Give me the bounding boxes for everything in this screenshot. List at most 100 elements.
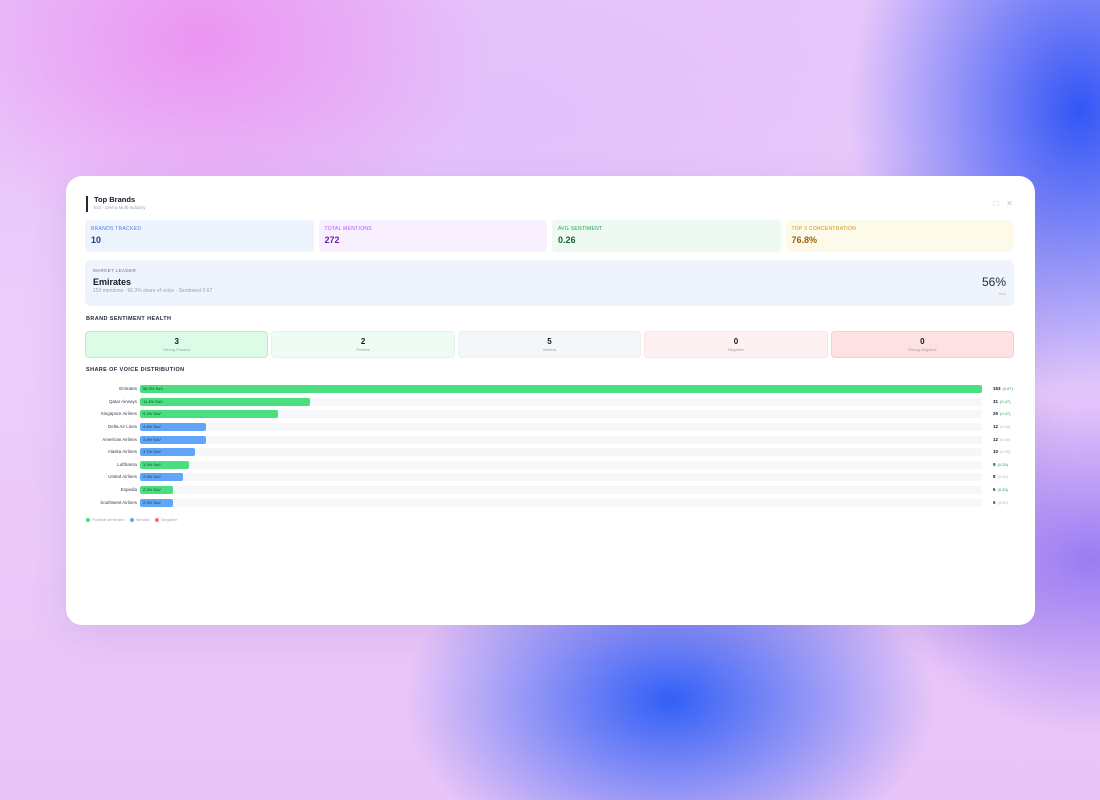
- stats-row: Brands Tracked 10 Total Mentions 272 Avg…: [85, 220, 1014, 252]
- sov-count-value: 12: [993, 436, 999, 442]
- sov-bar-track: 4.4% SoV: [140, 422, 982, 431]
- sov-bar: 4.4% SoV: [140, 422, 206, 431]
- stat-label: Top 3 Concentration: [791, 226, 857, 232]
- sov-sentiment-score: (0.00): [1000, 436, 1011, 442]
- stat-label: Brands Tracked: [91, 226, 142, 232]
- market-leader-panel: Market Leader Emirates 153 mentions · 56…: [85, 260, 1014, 306]
- sov-brand-name: United Airlines: [108, 474, 137, 480]
- health-label: Negative: [728, 347, 744, 352]
- legend-dot-icon: [130, 518, 135, 522]
- sov-mention-count: 10 (0.00): [993, 449, 1010, 455]
- sov-mention-count: 9 (0.25): [993, 462, 1008, 468]
- legend-item: Negative: [155, 517, 177, 523]
- sov-brand-name: Expedia: [120, 487, 137, 493]
- sov-mention-count: 153 (0.67): [993, 386, 1013, 392]
- sov-brand-name: Southwest Airlines: [100, 499, 137, 505]
- legend-dot-icon: [155, 518, 160, 522]
- sov-row[interactable]: Southwest Airlines 2.2% SoV 6 (0.00): [86, 497, 1016, 510]
- sov-row[interactable]: Emirates 56.3% SoV 153 (0.67): [86, 383, 1016, 396]
- sov-count-value: 25: [993, 411, 999, 417]
- market-leader-meta: 153 mentions · 56.3% share of voice · Se…: [93, 288, 213, 294]
- sov-count-value: 10: [993, 449, 999, 455]
- health-strong-positive[interactable]: 3 Strong Positive: [85, 331, 269, 358]
- stat-value: 272: [324, 235, 340, 245]
- sov-count-value: 6: [993, 499, 996, 505]
- stat-value: 76.8%: [791, 235, 818, 245]
- market-leader-name: Emirates: [93, 277, 132, 287]
- sov-sentiment-score: (0.25): [997, 461, 1008, 467]
- top-brands-card: Top Brands ESI · Demo Multi-Industry □ ✕…: [66, 176, 1035, 625]
- sov-bar: 2.2% SoV: [140, 498, 173, 507]
- health-label: Strong Positive: [163, 347, 191, 352]
- card-title: Top Brands: [94, 195, 136, 204]
- sov-mention-count: 12 (0.00): [993, 424, 1010, 430]
- sov-brand-name: Singapore Airlines: [100, 411, 137, 417]
- sov-mention-count: 31 (0.47): [993, 399, 1010, 405]
- sov-sentiment-score: (0.00): [1000, 449, 1011, 455]
- sov-sentiment-score: (0.47): [1000, 398, 1011, 404]
- sov-sentiment-score: (0.33): [997, 487, 1008, 493]
- sov-bar-track: 2.2% SoV: [140, 498, 982, 507]
- sov-sentiment-score: (0.00): [997, 474, 1008, 480]
- health-count: 0: [733, 337, 739, 346]
- stat-avg-sentiment: Avg Sentiment 0.26: [552, 220, 781, 252]
- sov-sentiment-score: (0.00): [997, 499, 1008, 505]
- stat-top3-concentration: Top 3 Concentration 76.8%: [785, 220, 1014, 252]
- sov-brand-name: Alaska Airlines: [107, 449, 137, 455]
- expand-icon[interactable]: □: [993, 200, 998, 208]
- sov-row[interactable]: American Airlines 4.4% SoV 12 (0.00): [86, 434, 1016, 447]
- legend-label: Negative: [161, 517, 178, 522]
- sov-count-value: 6: [993, 487, 996, 493]
- health-count: 5: [547, 337, 552, 346]
- market-leader-share-label: SoV: [998, 291, 1006, 296]
- sov-row[interactable]: Singapore Airlines 9.2% SoV 25 (0.47): [86, 408, 1016, 421]
- health-count: 0: [920, 337, 925, 346]
- sov-bar-track: 4.4% SoV: [140, 435, 982, 444]
- sov-row[interactable]: Qatar Airways 11.4% SoV 31 (0.47): [86, 396, 1016, 409]
- sov-bar: 3.7% SoV: [140, 448, 196, 457]
- sov-count-value: 8: [993, 474, 996, 480]
- sov-legend: Positive sentiment Neutral Negative: [86, 517, 177, 523]
- sentiment-health-heading: Brand Sentiment Health: [86, 316, 172, 322]
- window-controls: □ ✕: [993, 200, 1013, 208]
- sov-bar: 9.2% SoV: [140, 410, 278, 419]
- stat-brands-tracked: Brands Tracked 10: [85, 220, 314, 252]
- sov-bar-track: 11.4% SoV: [140, 397, 982, 406]
- sov-mention-count: 25 (0.47): [993, 411, 1010, 417]
- health-count: 2: [360, 337, 366, 346]
- stat-label: Total Mentions: [324, 226, 372, 232]
- sov-sentiment-score: (0.47): [1000, 411, 1011, 417]
- health-neutral[interactable]: 5 Neutral: [457, 331, 642, 358]
- sov-bar: 4.4% SoV: [140, 435, 206, 444]
- sov-count-value: 153: [993, 386, 1001, 391]
- sov-bar: 2.9% SoV: [140, 473, 184, 482]
- sov-row[interactable]: Lufthansa 3.3% SoV 9 (0.25): [86, 459, 1016, 472]
- stat-label: Avg Sentiment: [558, 226, 603, 232]
- sov-bar-track: 2.9% SoV: [140, 473, 982, 482]
- market-leader-share: 56%: [981, 275, 1006, 289]
- sov-bar-track: 9.2% SoV: [140, 410, 982, 419]
- health-label: Strong Negative: [907, 347, 937, 352]
- sov-row[interactable]: Alaska Airlines 3.7% SoV 10 (0.00): [86, 446, 1016, 459]
- legend-label: Positive sentiment: [92, 517, 125, 522]
- sov-bar: 11.4% SoV: [140, 397, 311, 406]
- sov-brand-name: Delta Air Lines: [107, 423, 137, 429]
- sov-row[interactable]: Expedia 2.2% SoV 6 (0.33): [86, 484, 1016, 497]
- sov-bar-track: 56.3% SoV: [140, 385, 982, 393]
- market-leader-label: Market Leader: [93, 268, 137, 273]
- close-icon[interactable]: ✕: [1006, 200, 1013, 208]
- sov-brand-name: Emirates: [119, 386, 137, 391]
- sov-count-value: 9: [993, 461, 996, 467]
- sov-row[interactable]: Delta Air Lines 4.4% SoV 12 (0.00): [86, 421, 1016, 434]
- stat-value: 10: [91, 235, 102, 245]
- health-strong-negative[interactable]: 0 Strong Negative: [830, 331, 1015, 358]
- health-count: 3: [174, 337, 179, 346]
- health-positive[interactable]: 2 Positive: [271, 331, 455, 358]
- legend-label: Neutral: [136, 517, 150, 522]
- sov-bar: 56.3% SoV: [140, 385, 982, 393]
- sov-brand-name: Lufthansa: [117, 461, 137, 467]
- sov-brand-name: American Airlines: [102, 436, 137, 442]
- sov-row[interactable]: United Airlines 2.9% SoV 8 (0.00): [86, 471, 1016, 484]
- health-negative[interactable]: 0 Negative: [644, 331, 828, 358]
- sentiment-health-row: 3 Strong Positive 2 Positive 5 Neutral 0…: [85, 331, 1015, 358]
